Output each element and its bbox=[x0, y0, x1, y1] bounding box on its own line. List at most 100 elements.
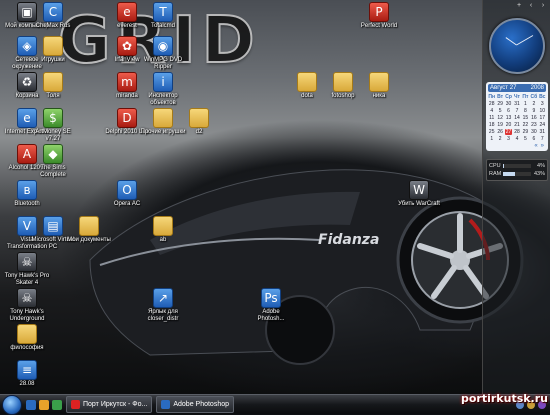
calendar-day[interactable]: 7 bbox=[513, 108, 520, 114]
calendar-day[interactable]: 18 bbox=[488, 122, 495, 128]
desktop-icon-warcraft[interactable]: W Убить WarCraft bbox=[396, 180, 442, 208]
desktop-icon-artmoney[interactable]: $ ArtMoney SE v7.27 bbox=[30, 108, 76, 143]
desktop-icon-winmpg[interactable]: ◉ WinMPG DVD Ripper bbox=[140, 36, 186, 71]
cpu-bar-fill bbox=[503, 164, 505, 168]
wallpaper-car: Fidanza bbox=[89, 169, 524, 365]
calendar-day[interactable]: 3 bbox=[505, 136, 512, 142]
calendar-day[interactable]: 21 bbox=[513, 122, 520, 128]
calendar-day[interactable]: 30 bbox=[505, 101, 512, 107]
perfect-world-icon: P bbox=[369, 2, 389, 22]
desktop-icon-tony-hawk-4[interactable]: ☠ Tony Hawk's Pro Skater 4 bbox=[4, 252, 50, 287]
calendar-day[interactable]: 5 bbox=[522, 136, 529, 142]
calendar-day[interactable]: 6 bbox=[530, 136, 537, 142]
next-gadget-icon[interactable]: › bbox=[539, 2, 547, 10]
taskbar-button-photoshop[interactable]: Adobe Photoshop bbox=[156, 396, 235, 413]
calendar-day[interactable]: 2 bbox=[530, 101, 537, 107]
desktop[interactable]: GRID Fidanza ▣Мой компьютер CCheMax Rus … bbox=[0, 0, 550, 394]
calendar-day[interactable]: 30 bbox=[530, 129, 537, 135]
calendar-day[interactable]: 1 bbox=[522, 101, 529, 107]
taskbar-button-browser[interactable]: Порт Иркутск - Фо... bbox=[66, 396, 153, 413]
calendar-day[interactable]: 11 bbox=[488, 115, 495, 121]
calendar-day[interactable]: 26 bbox=[496, 129, 503, 135]
calendar-day[interactable]: 23 bbox=[530, 122, 537, 128]
calendar-day[interactable]: 8 bbox=[522, 108, 529, 114]
prev-gadget-icon[interactable]: ‹ bbox=[527, 2, 535, 10]
calendar-day[interactable]: 19 bbox=[496, 122, 503, 128]
desktop-icon-28-08[interactable]: ≡ 28.08 bbox=[4, 360, 50, 388]
cpu-bar bbox=[503, 164, 531, 168]
desktop-icon-tolya[interactable]: Толя bbox=[30, 72, 76, 100]
calendar-day[interactable]: 22 bbox=[522, 122, 529, 128]
calendar-gadget[interactable]: Август 27 2008 Пн Вт Ср Чт Пт Сб Вс 28 29 30 31 1 2 3… bbox=[486, 82, 548, 151]
calendar-day[interactable]: 4 bbox=[513, 136, 520, 142]
calendar-day[interactable]: 7 bbox=[539, 136, 546, 142]
desktop-icon-opera[interactable]: O Opera AC bbox=[104, 180, 150, 208]
quick-launch-folder-icon[interactable] bbox=[39, 399, 49, 410]
shortcut-icon: ↗ bbox=[153, 288, 173, 308]
desktop-icon-inspector[interactable]: i Инспектор объектов bbox=[140, 72, 186, 107]
folder-icon bbox=[43, 72, 63, 92]
calendar-day[interactable]: 31 bbox=[513, 101, 520, 107]
cpu-meter-gadget[interactable]: CPU 4% RAM 43% bbox=[486, 159, 548, 181]
calendar-day[interactable]: 16 bbox=[530, 115, 537, 121]
folder-icon bbox=[333, 72, 353, 92]
desktop-icon-igrushki[interactable]: Игрушки bbox=[30, 36, 76, 64]
calendar-day[interactable]: 4 bbox=[488, 108, 495, 114]
calendar-day[interactable]: 29 bbox=[522, 129, 529, 135]
calendar-day[interactable]: 6 bbox=[505, 108, 512, 114]
totalcmd-icon: T bbox=[153, 2, 173, 22]
calendar-prev-button[interactable]: « bbox=[534, 143, 537, 149]
calendar-day[interactable]: 1 bbox=[488, 136, 495, 142]
virtual-pc-icon: ▤ bbox=[43, 216, 63, 236]
calendar-next-button[interactable]: » bbox=[541, 143, 544, 149]
calendar-day[interactable]: 27 bbox=[504, 129, 513, 135]
calendar-day[interactable]: 31 bbox=[539, 129, 546, 135]
calendar-day[interactable]: 29 bbox=[496, 101, 503, 107]
desktop-icon-my-documents[interactable]: Мои документы bbox=[66, 216, 112, 244]
desktop-icon-tony-hawk-underground[interactable]: ☠ Tony Hawk's Underground bbox=[4, 288, 50, 323]
calendar-day[interactable]: 9 bbox=[530, 108, 537, 114]
quick-launch-media-icon[interactable] bbox=[52, 399, 62, 410]
ram-row: RAM 43% bbox=[489, 170, 545, 178]
calendar-day[interactable]: 25 bbox=[488, 129, 495, 135]
calendar-day[interactable]: 5 bbox=[496, 108, 503, 114]
everest-icon: e bbox=[117, 2, 137, 22]
calendar-day[interactable]: 14 bbox=[513, 115, 520, 121]
calendar-weekday: Вс bbox=[539, 94, 546, 100]
calendar-day[interactable]: 2 bbox=[496, 136, 503, 142]
desktop-icon-perfect-world[interactable]: P Perfect World bbox=[356, 2, 402, 30]
clock-gadget[interactable] bbox=[489, 18, 545, 74]
inspector-icon: i bbox=[153, 72, 173, 92]
calendar-day[interactable]: 20 bbox=[505, 122, 512, 128]
taskbar-button-label: Adobe Photoshop bbox=[173, 401, 230, 408]
calendar-day[interactable]: 13 bbox=[505, 115, 512, 121]
calendar-day[interactable]: 15 bbox=[522, 115, 529, 121]
quick-launch-ie-icon[interactable] bbox=[26, 399, 36, 410]
desktop-icon-filosofiya[interactable]: философия bbox=[4, 324, 50, 352]
desktop-icon-d2[interactable]: d2 bbox=[176, 108, 222, 136]
desktop-icon-chemax[interactable]: C CheMax Rus bbox=[30, 2, 76, 30]
calendar-day[interactable]: 28 bbox=[488, 101, 495, 107]
irfanview-icon: ✿ bbox=[117, 36, 137, 56]
calendar-weekday: Вт bbox=[497, 94, 504, 100]
tony-hawk-icon: ☠ bbox=[17, 252, 37, 272]
desktop-icon-closer-distr[interactable]: ↗ Ярлык для closer_distr bbox=[140, 288, 186, 323]
cpu-row: CPU 4% bbox=[489, 162, 545, 170]
calendar-day[interactable]: 10 bbox=[539, 108, 546, 114]
desktop-icon-sims[interactable]: ◆ The Sims Complete bbox=[30, 144, 76, 179]
calendar-day[interactable]: 3 bbox=[539, 101, 546, 107]
calendar-day[interactable]: 12 bbox=[496, 115, 503, 121]
desktop-icon-nika[interactable]: ника bbox=[356, 72, 402, 100]
desktop-icon-adobe-photoshop[interactable]: Ps Adobe Photosh... bbox=[248, 288, 294, 323]
calendar-day[interactable]: 28 bbox=[513, 129, 520, 135]
start-button[interactable] bbox=[2, 394, 22, 415]
desktop-icon-totalcmd[interactable]: T Totalcmd bbox=[140, 2, 186, 30]
calendar-day[interactable]: 24 bbox=[539, 122, 546, 128]
desktop-icon-ab[interactable]: ab bbox=[140, 216, 186, 244]
watermark: portirkutsk.ru bbox=[460, 392, 548, 405]
taskbar-button-label: Порт Иркутск - Фо... bbox=[83, 401, 148, 408]
calendar-day[interactable]: 17 bbox=[539, 115, 546, 121]
bluetooth-icon: ʙ bbox=[17, 180, 37, 200]
desktop-icon-bluetooth[interactable]: ʙ Bluetooth bbox=[4, 180, 50, 208]
add-gadget-icon[interactable]: + bbox=[515, 2, 523, 10]
